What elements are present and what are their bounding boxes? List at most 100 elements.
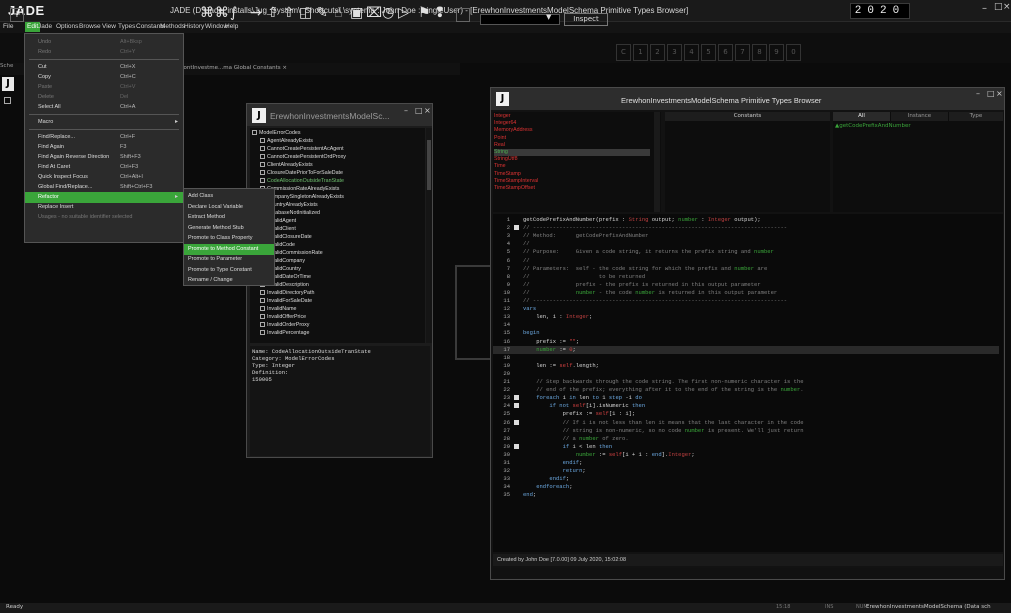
tree-item[interactable]: InvalidOrderProxy [260,322,309,330]
tab-global-constants[interactable]: hontInvestme...ma Global Constants × [180,65,287,71]
types-scrollbar[interactable] [654,112,660,212]
type-list-item[interactable]: StringUtf8 [494,156,518,163]
hierarchy-icon[interactable]: ⌘ [215,5,229,21]
code-line[interactable]: 4 // [493,240,999,248]
tab-type[interactable]: Type [949,112,1003,121]
refactor-menu-item[interactable]: Promote to Method Constant [184,243,274,255]
tab-schema[interactable]: Sche [0,63,13,69]
expand-icon[interactable] [260,178,265,184]
expand-icon[interactable] [260,138,265,144]
tree-item[interactable]: InvalidPercentage [260,330,309,338]
tree-item[interactable]: CannotCreatePersistentOrdProxy [260,154,346,162]
expand-icon[interactable] [260,322,265,328]
refactor-menu-item[interactable]: Promote to Parameter [184,254,274,265]
code-line[interactable]: 31 endif; [493,459,999,467]
menu-file[interactable]: File [3,23,13,30]
fold-marker-icon[interactable] [514,419,519,425]
maximize-icon[interactable]: □ [415,106,423,115]
code-line[interactable]: 25 prefix := self[1 : i]; [493,410,999,418]
chevron-down-icon[interactable]: ▼ [546,13,551,21]
code-line[interactable]: 16 prefix := ""; [493,338,999,346]
refactor-menu-item[interactable]: Generate Method Stub [184,223,274,234]
tree-item[interactable]: ClosureDatePriorToForSaleDate [260,170,343,178]
inspect-icon[interactable]: ◫ [299,5,312,21]
constants-tree[interactable]: ModelErrorCodes AgentAlreadyExists CannotC… [250,128,425,343]
close-icon[interactable]: × [282,65,287,71]
method-list-item[interactable]: ▲getCodePrefixAndNumber [835,123,911,129]
bookmark-button-C[interactable]: C [616,44,631,61]
code-line[interactable]: 35 end; [493,491,999,499]
tree-scroll-thumb[interactable] [427,140,431,190]
refactor-menu-item[interactable]: Rename / Change [184,275,274,286]
code-line[interactable]: 8 // to be returned [493,273,999,281]
menu-help[interactable]: Help [225,23,238,30]
fold-marker-icon[interactable] [514,403,519,409]
menu-types[interactable]: Types [118,23,135,30]
bookmark-button-9[interactable]: 9 [769,44,784,61]
code-line[interactable]: 32 return; [493,467,999,475]
code-editor[interactable]: 1 getCodePrefixAndNumber(prefix : String … [493,214,1003,552]
refactor-menu-item[interactable]: Promote to Type Constant [184,265,274,276]
refactor-menu-item[interactable]: Add Class [184,191,274,202]
expand-icon[interactable] [260,306,265,312]
minimize-icon[interactable]: – [982,3,987,14]
bookmark-button-8[interactable]: 8 [752,44,767,61]
code-line[interactable]: 1 getCodePrefixAndNumber(prefix : String … [493,216,999,224]
expand-icon[interactable] [260,330,265,336]
tree-item[interactable]: AgentAlreadyExists [260,138,313,146]
refactor-menu-item[interactable]: Declare Local Variable [184,202,274,213]
code-line[interactable]: 2 // ------------------------------------… [493,224,999,232]
code-line[interactable]: 26 // If i is not less than len it means… [493,419,999,427]
code-line[interactable]: 20 [493,370,999,378]
code-line[interactable]: 17 number := 0; [493,345,999,354]
play-icon[interactable]: ▷ [398,5,409,21]
maximize-icon[interactable]: □ [987,89,995,98]
code-line[interactable]: 5 // Purpose: Given a code string, it ret… [493,248,999,256]
bookmark-button-7[interactable]: 7 [735,44,750,61]
menu-browse[interactable]: Browse [79,23,101,30]
type-list-item[interactable]: MemoryAddress [494,127,533,134]
type-list-item[interactable]: Real [494,142,505,149]
hierarchy-icon[interactable]: ⌘ [200,5,214,21]
edit-menu-item[interactable]: Select All Ctrl+A [25,102,183,113]
schema-icon[interactable]: ∫ [230,5,237,21]
close-icon[interactable]: × [996,89,1003,98]
tab-all[interactable]: All [833,112,890,121]
bookmark-button-5[interactable]: 5 [701,44,716,61]
fold-marker-icon[interactable] [514,395,519,401]
code-line[interactable]: 6 // [493,257,999,265]
close-icon[interactable]: × [424,106,431,115]
bookmark-button-2[interactable]: 2 [650,44,665,61]
tree-root[interactable]: ModelErrorCodes [252,130,301,138]
tree-item[interactable]: CannotCreatePersistentAcAgent [260,146,344,154]
history-icon[interactable]: ◷ [382,5,394,21]
bookmark-button-0[interactable]: 0 [786,44,801,61]
menu-options[interactable]: Options [56,23,78,30]
type-list-item[interactable]: TimeStampInterval [494,178,538,185]
code-line[interactable]: 7 // Parameters: self - the code string f… [493,265,999,273]
types-list[interactable]: Integer Integer64 MemoryAddress Point Real St… [493,112,661,212]
restore-icon[interactable]: □ [994,2,1003,12]
type-list-item[interactable]: Point [494,135,506,142]
constants-panel[interactable] [665,112,830,212]
tree-item[interactable]: InvalidOfferPrice [260,314,306,322]
refactor-menu-item[interactable]: Extract Method [184,212,274,223]
type-list-item[interactable]: TimeStamp [494,171,521,178]
code-line[interactable]: 11 // -----------------------------------… [493,297,999,305]
code-line[interactable]: 9 // prefix - the prefix is returned in t… [493,281,999,289]
close-icon[interactable]: × [1003,2,1011,12]
menu-methods[interactable]: Methods [160,23,185,30]
edit-menu-item[interactable]: Macro ▸ [25,117,183,128]
bookmark-button-6[interactable]: 6 [718,44,733,61]
blank-square-button[interactable] [456,8,470,22]
type-list-item[interactable]: TimeStampOffset [494,185,535,192]
code-line[interactable]: 19 len := self.length; [493,362,999,370]
tree-item[interactable]: InvalidForSaleDate [260,298,312,306]
tab-instance[interactable]: Instance [891,112,948,121]
expand-icon[interactable] [260,290,265,296]
disconnect-icon[interactable]: ⌧ [366,5,382,21]
code-hscrollbar[interactable] [493,568,1003,578]
bookmark-button-3[interactable]: 3 [667,44,682,61]
expand-icon[interactable] [260,298,265,304]
flag-icon[interactable]: ⚑ [418,5,431,21]
